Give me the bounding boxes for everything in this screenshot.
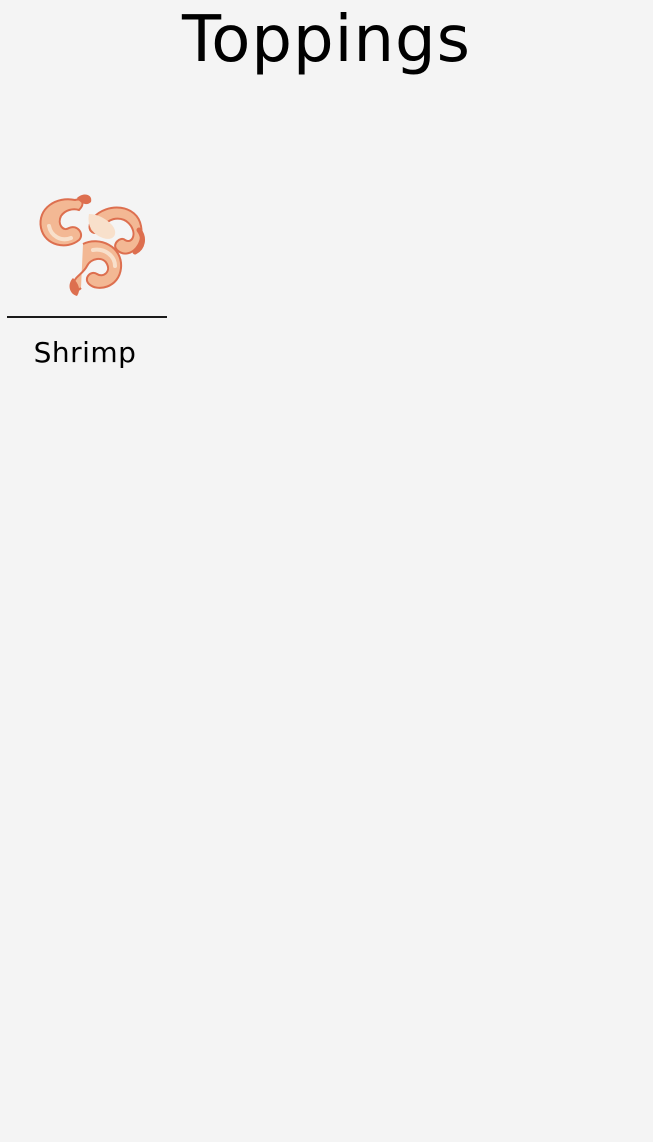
topping-divider [7, 316, 167, 318]
shrimp-icon [39, 194, 145, 296]
topping-label-shrimp: Shrimp [33, 336, 137, 369]
page-title: Toppings [182, 3, 471, 77]
topping-card-shrimp[interactable]: Shrimp [7, 172, 167, 372]
